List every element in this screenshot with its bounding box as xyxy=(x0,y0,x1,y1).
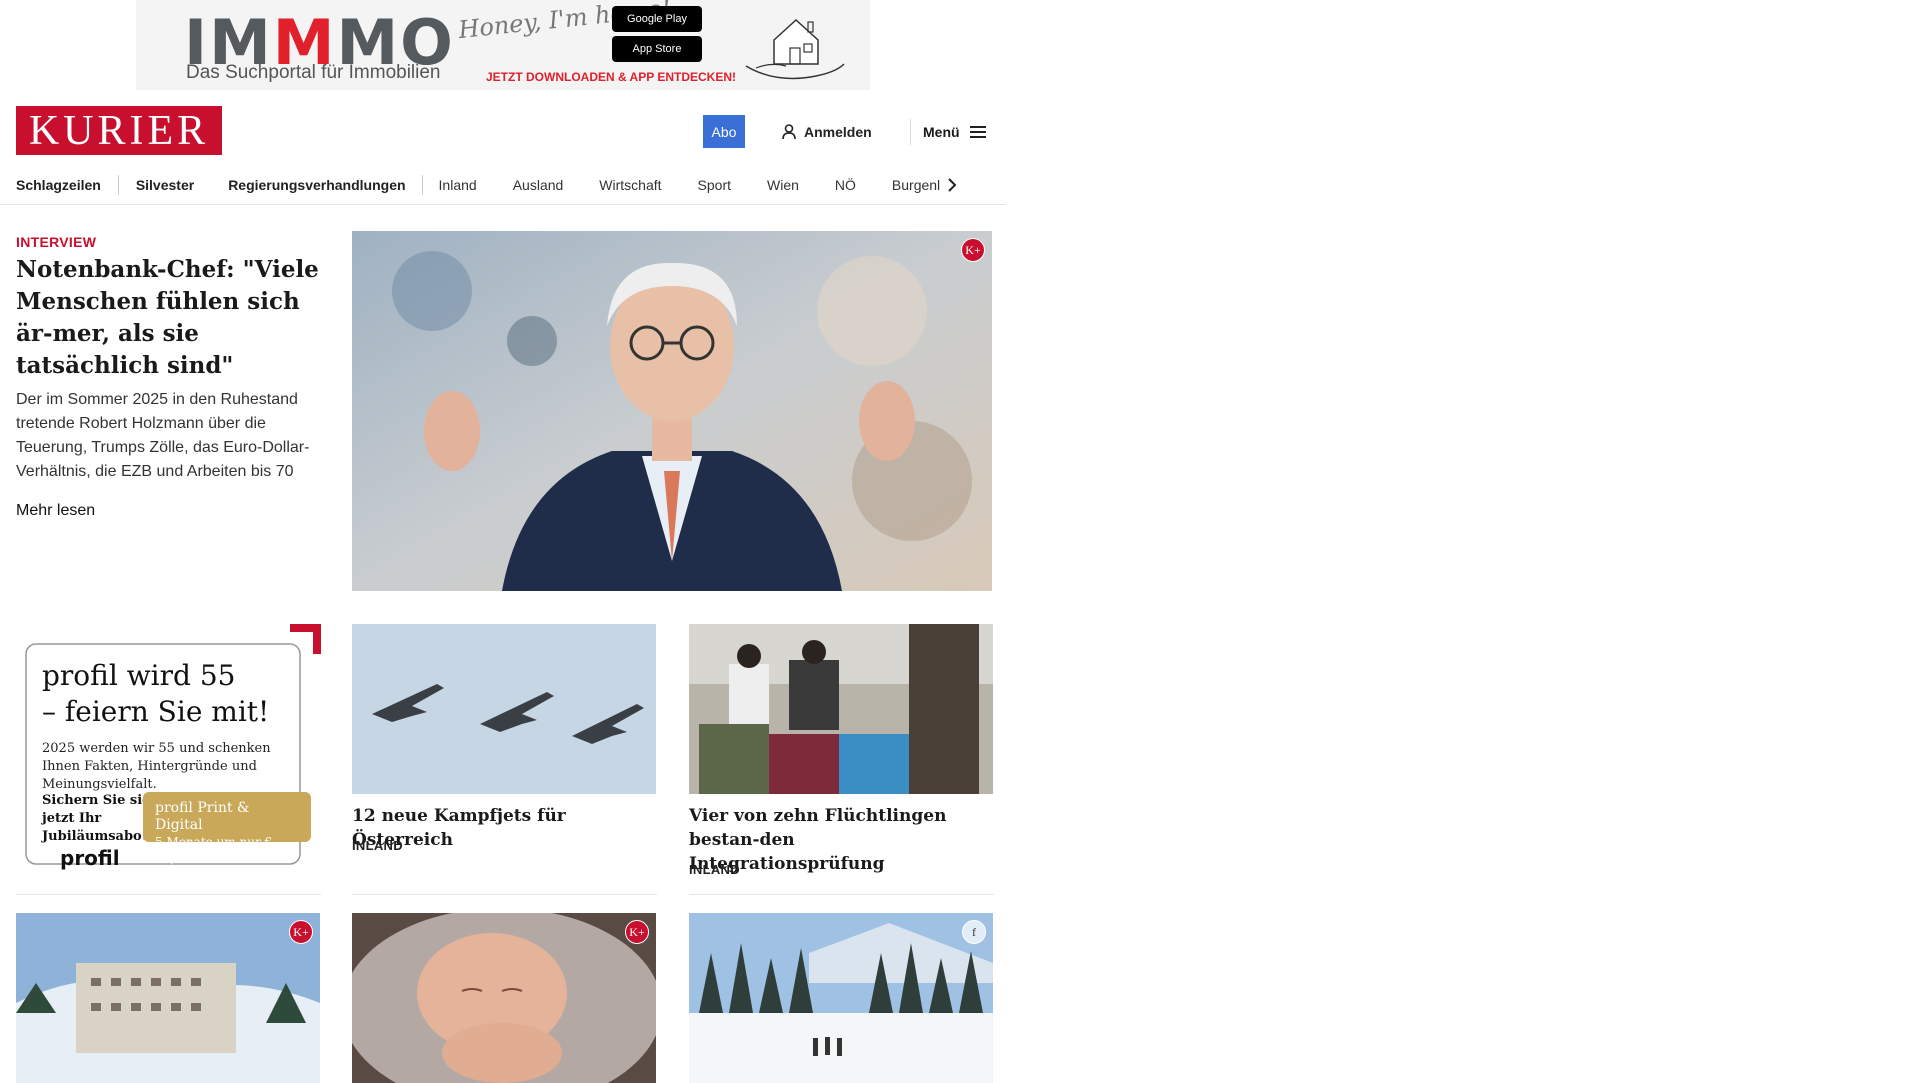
nav-item-wien[interactable]: Wien xyxy=(767,177,799,193)
card-category[interactable]: INLAND xyxy=(352,838,403,853)
menu-button[interactable]: Menü xyxy=(923,120,986,144)
nav-divider-line xyxy=(0,204,1006,205)
row-divider xyxy=(352,894,657,895)
card-category[interactable]: INLAND xyxy=(689,862,740,877)
user-icon xyxy=(782,124,796,140)
google-play-badge[interactable]: Google Play xyxy=(612,6,702,32)
nav-item-silvester[interactable]: Silvester xyxy=(136,177,194,193)
lead-teaser: Der im Sommer 2025 in den Ruhestand tret… xyxy=(16,391,310,480)
read-more-link[interactable]: Mehr lesen xyxy=(16,502,95,520)
house-hand-icon xyxy=(745,18,845,80)
header-divider xyxy=(910,119,911,145)
nav-divider xyxy=(421,175,423,195)
profil-headline-1: profil wird 55 xyxy=(42,659,236,692)
hamburger-icon xyxy=(969,126,986,138)
profil-logo: profil xyxy=(60,846,120,870)
card-image-baby[interactable]: K+ xyxy=(352,913,656,1083)
profil-ad[interactable]: profil wird 55 – feiern Sie mit! 2025 we… xyxy=(16,624,321,870)
nav-item-wirtschaft[interactable]: Wirtschaft xyxy=(599,177,661,193)
free-badge: f xyxy=(962,920,986,944)
card-image-winter[interactable]: f xyxy=(689,913,993,1083)
profil-headline-2: – feiern Sie mit! xyxy=(42,695,270,728)
menu-label: Menü xyxy=(923,124,960,140)
row-divider xyxy=(689,894,994,895)
row-divider xyxy=(16,894,321,895)
nav-item-inland[interactable]: Inland xyxy=(439,177,477,193)
ad-banner[interactable]: IMMMO Das Suchportal für Immobilien Hone… xyxy=(136,0,870,90)
ad-tagline: Das Suchportal für Immobilien xyxy=(186,62,441,83)
nav-item-sport[interactable]: Sport xyxy=(698,177,731,193)
profil-offer-1: profil Print & Digital xyxy=(155,800,250,833)
kplus-badge: K+ xyxy=(961,238,985,262)
nav-item-noe[interactable]: NÖ xyxy=(835,177,856,193)
nav-item-burgenland[interactable]: Burgenl xyxy=(892,177,946,193)
card-image-fluechtlinge[interactable] xyxy=(689,624,993,794)
kurier-logo[interactable]: KURIER xyxy=(16,106,222,155)
section-nav: Schlagzeilen Silvester Regierungsverhand… xyxy=(16,166,1006,204)
profil-body: 2025 werden wir 55 und schenken Ihnen Fa… xyxy=(42,741,271,792)
profil-offer-box[interactable]: profil Print & Digital 5 Monate um nur €… xyxy=(143,792,311,866)
login-button[interactable]: Anmelden xyxy=(782,120,872,144)
lead-image[interactable]: K+ xyxy=(352,231,992,591)
lead-headline[interactable]: Notenbank-Chef: "Viele Menschen fühlen s… xyxy=(16,254,326,382)
nav-item-ausland[interactable]: Ausland xyxy=(513,177,564,193)
abo-button[interactable]: Abo xyxy=(703,115,745,148)
nav-item-schlagzeilen[interactable]: Schlagzeilen xyxy=(16,177,101,193)
app-store-badge[interactable]: App Store xyxy=(612,36,702,62)
nav-item-regierungsverhandlungen[interactable]: Regierungsverhandlungen xyxy=(228,177,405,193)
chevron-right-icon[interactable] xyxy=(946,177,958,193)
profil-offer-2: 5 Monate um nur € 55,– xyxy=(155,835,273,866)
card-image-hotel[interactable]: K+ xyxy=(16,913,320,1083)
ad-cta: JETZT DOWNLOADEN & APP ENTDECKEN! xyxy=(486,70,737,84)
kplus-badge: K+ xyxy=(625,920,649,944)
login-label: Anmelden xyxy=(804,124,872,140)
lead-kicker: INTERVIEW xyxy=(16,234,97,250)
kplus-badge: K+ xyxy=(289,920,313,944)
card-image-kampfjets[interactable] xyxy=(352,624,656,794)
nav-divider xyxy=(117,175,119,195)
